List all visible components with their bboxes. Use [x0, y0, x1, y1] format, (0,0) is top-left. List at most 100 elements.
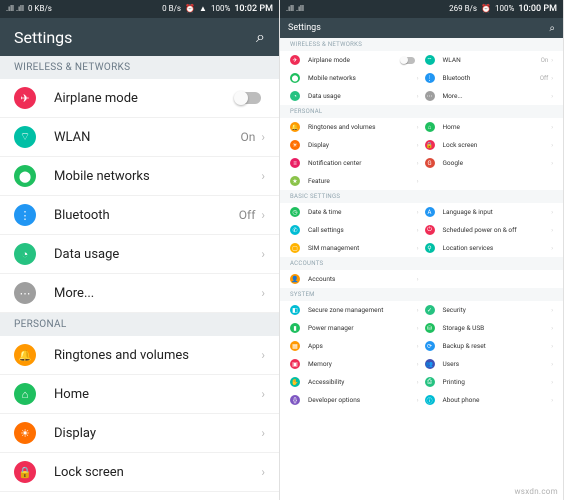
chevron-right-icon: › — [261, 465, 265, 479]
list-item[interactable]: ▢SIM management› — [290, 239, 419, 257]
list-item[interactable]: ☀Display› — [290, 136, 419, 154]
clock: 10:02 PM — [234, 4, 273, 14]
item-label: Power manager — [308, 324, 417, 332]
list-item[interactable]: 🔔Ringtones and volumes› — [290, 118, 419, 136]
settings-row: ≡Notification center› GGoogle› — [280, 154, 563, 172]
item-label: Data usage — [54, 247, 261, 262]
item-label: Lock screen — [443, 141, 552, 149]
list-item[interactable]: ✈Airplane mode — [0, 79, 279, 118]
status-bar: .ıll .ıll 269 B/s ⏰ 100% 10:00 PM — [280, 0, 563, 18]
list-item[interactable]: ◔Data usage› — [290, 87, 419, 105]
settings-row: ◔Data usage› ⋯More...› — [280, 87, 563, 105]
list-item[interactable]: 🔔Ringtones and volumes› — [0, 336, 279, 375]
chevron-right-icon: › — [261, 208, 265, 222]
list-item[interactable]: ✈Airplane mode — [290, 51, 419, 69]
list-item[interactable]: ⋯More...› — [425, 87, 554, 105]
list-item[interactable]: ✆Call settings› — [290, 221, 419, 239]
item-label: Data usage — [308, 92, 417, 100]
list-item[interactable]: ⋯More...› — [0, 274, 279, 313]
bluetooth-icon: ⋮ — [14, 204, 36, 226]
list-item[interactable]: ✓Security› — [425, 301, 554, 319]
item-label: Apps — [308, 342, 417, 350]
chevron-right-icon: › — [261, 426, 265, 440]
list-item[interactable]: ⌔WLANOn› — [425, 51, 554, 69]
sim-management-icon: ▢ — [290, 243, 300, 253]
item-label: Backup & reset — [443, 342, 552, 350]
section-header: ACCOUNTS — [280, 257, 563, 270]
list-item[interactable]: ⌂Home› — [425, 118, 554, 136]
item-label: Airplane mode — [54, 91, 235, 106]
list-item[interactable]: ⏻Scheduled power on & off› — [425, 221, 554, 239]
chevron-right-icon: › — [551, 325, 553, 332]
toggle-switch[interactable] — [235, 92, 261, 104]
list-item[interactable]: ALanguage & input› — [425, 203, 554, 221]
lock-screen-icon: 🔒 — [425, 140, 435, 150]
language-input-icon: A — [425, 207, 435, 217]
settings-row: ✋Accessibility› ⎙Printing› — [280, 373, 563, 391]
list-item[interactable]: ★Feature› — [290, 172, 419, 190]
power-manager-icon: ▮ — [290, 323, 300, 333]
item-label: More... — [443, 92, 552, 100]
list-item[interactable]: ⌔WLANOn› — [0, 118, 279, 157]
app-bar: Settings ⌕ — [280, 18, 563, 38]
list-item[interactable]: ▦Apps› — [290, 337, 419, 355]
list-item[interactable]: ▣Memory› — [290, 355, 419, 373]
item-label: Storage & USB — [443, 324, 552, 332]
item-label: Mobile networks — [54, 169, 261, 184]
signal-icon: .ıll .ıll — [6, 5, 24, 13]
list-item[interactable]: GGoogle› — [425, 154, 554, 172]
list-item[interactable]: 👤Accounts› — [290, 270, 419, 288]
list-item[interactable]: ⌂Home› — [0, 375, 279, 414]
list-item[interactable]: ⎙Printing› — [425, 373, 554, 391]
battery-icon: 100% — [495, 5, 514, 13]
settings-row: ★Feature› — [280, 172, 563, 190]
item-label: Airplane mode — [308, 56, 401, 64]
chevron-right-icon: › — [551, 142, 553, 149]
chevron-right-icon: › — [261, 169, 265, 183]
list-item[interactable]: ⚲Location services› — [425, 239, 554, 257]
list-item[interactable]: 🔒Lock screen› — [0, 453, 279, 492]
chevron-right-icon: › — [417, 307, 419, 314]
list-item[interactable]: ⬤Mobile networks› — [290, 69, 419, 87]
list-item[interactable]: 👥Users› — [425, 355, 554, 373]
list-item[interactable]: ◧Secure zone management› — [290, 301, 419, 319]
search-icon[interactable]: ⌕ — [549, 23, 555, 34]
bluetooth-icon: ⋮ — [425, 73, 435, 83]
toggle-switch[interactable] — [401, 57, 415, 64]
item-label: Call settings — [308, 226, 417, 234]
list-item[interactable]: ⛁Storage & USB› — [425, 319, 554, 337]
chevron-right-icon: › — [551, 397, 553, 404]
list-item[interactable]: ⓘAbout phone› — [425, 391, 554, 409]
section-header: PERSONAL — [280, 105, 563, 118]
list-item[interactable]: ≡Notification center› — [290, 154, 419, 172]
list-item[interactable]: ▮Power manager› — [290, 319, 419, 337]
list-item[interactable]: ⋮BluetoothOff› — [0, 196, 279, 235]
list-item[interactable]: ⋮BluetoothOff› — [425, 69, 554, 87]
list-item[interactable]: {}Developer options› — [290, 391, 419, 409]
chevron-right-icon: › — [261, 247, 265, 261]
item-label: Language & input — [443, 208, 552, 216]
list-item[interactable]: ≡Notification center› — [0, 492, 279, 500]
settings-row: {}Developer options› ⓘAbout phone› — [280, 391, 563, 409]
list-item[interactable]: ◔Data usage› — [0, 235, 279, 274]
chevron-right-icon: › — [417, 142, 419, 149]
search-icon[interactable]: ⌕ — [256, 27, 265, 47]
list-item[interactable]: ✋Accessibility› — [290, 373, 419, 391]
chevron-right-icon: › — [417, 227, 419, 234]
list-item[interactable]: ☀Display› — [0, 414, 279, 453]
settings-list: WIRELESS & NETWORKS✈Airplane mode⌔WLANOn… — [280, 38, 563, 500]
list-item[interactable]: ⬤Mobile networks› — [0, 157, 279, 196]
item-label: Display — [308, 141, 417, 149]
list-item[interactable]: ⟳Backup & reset› — [425, 337, 554, 355]
ringtones-and-volumes-icon: 🔔 — [290, 122, 300, 132]
secure-zone-management-icon: ◧ — [290, 305, 300, 315]
list-item[interactable]: 🔒 Lock screen› — [425, 136, 554, 154]
mobile-networks-icon: ⬤ — [290, 73, 300, 83]
settings-row: ◧Secure zone management› ✓Security› — [280, 301, 563, 319]
item-label: Ringtones and volumes — [54, 348, 261, 363]
settings-row: ✈Airplane mode ⌔WLANOn› — [280, 51, 563, 69]
app-bar: Settings ⌕ — [0, 18, 279, 56]
list-item[interactable]: ◷Date & time› — [290, 203, 419, 221]
chevron-right-icon: › — [551, 160, 553, 167]
item-label: SIM management — [308, 244, 417, 252]
